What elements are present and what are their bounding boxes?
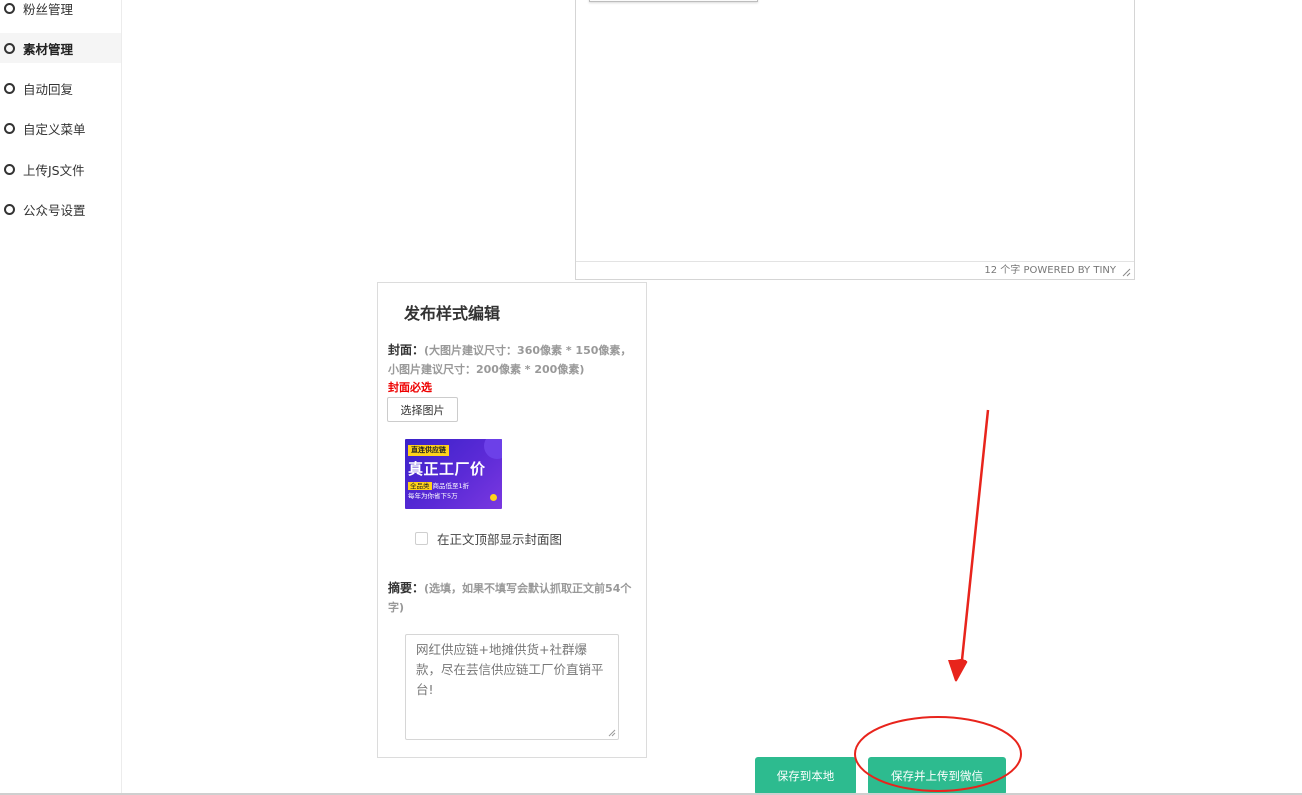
- cover-headline: 真正工厂价: [408, 460, 486, 478]
- cover-line-2: 每年为你省下5万: [408, 492, 458, 500]
- word-count: 12 个字 POWERED BY TINY: [984, 265, 1116, 276]
- show-cover-option[interactable]: 在正文顶部显示封面图: [415, 529, 562, 548]
- circle-icon: [4, 82, 15, 94]
- decor-dot: [490, 494, 497, 501]
- circle-icon: [4, 2, 15, 14]
- summary-hint: 摘要：(选填，如果不填写会默认抓取正文前54个字): [388, 579, 642, 617]
- sidebar-item-custom-menu[interactable]: 自定义菜单: [0, 113, 121, 143]
- decor-circle: [484, 439, 502, 459]
- circle-icon: [4, 122, 15, 134]
- cover-label: 封面：: [388, 343, 425, 357]
- circle-icon: [4, 203, 15, 215]
- cover-line-1: 全品类 商品低至1折: [408, 480, 469, 490]
- show-cover-label: 在正文顶部显示封面图: [437, 532, 563, 547]
- summary-hint-text: (选填，如果不填写会默认抓取正文前54个字): [388, 582, 632, 614]
- summary-textarea[interactable]: 网红供应链+地摊供货+社群爆款，尽在芸信供应链工厂价直销平台!: [405, 634, 619, 740]
- editor-statusbar: 12 个字 POWERED BY TINY: [576, 261, 1134, 279]
- sidebar-item-fans[interactable]: 粉丝管理: [0, 0, 121, 23]
- resize-handle-icon[interactable]: [1121, 267, 1131, 277]
- sidebar-item-label: 自定义菜单: [23, 121, 86, 137]
- resize-handle-icon[interactable]: [608, 729, 616, 737]
- summary-value: 网红供应链+地摊供货+社群爆款，尽在芸信供应链工厂价直销平台!: [416, 642, 604, 697]
- editor-dropdown-stub: [589, 0, 758, 2]
- sidebar-item-auto-reply[interactable]: 自动回复: [0, 73, 121, 103]
- red-arrow-icon: [948, 409, 990, 682]
- choose-image-button[interactable]: 选择图片: [387, 397, 458, 422]
- summary-label: 摘要：: [388, 581, 425, 595]
- circle-icon: [4, 163, 15, 175]
- save-upload-wechat-button[interactable]: 保存并上传到微信: [868, 757, 1006, 795]
- sidebar-item-upload-js[interactable]: 上传JS文件: [0, 154, 121, 184]
- sidebar-item-label: 素材管理: [23, 41, 74, 57]
- sidebar-item-account-settings[interactable]: 公众号设置: [0, 194, 121, 224]
- sidebar: 粉丝管理 素材管理 自动回复 自定义菜单 上传JS文件 公众号设置: [0, 0, 122, 795]
- cover-hint: 封面：(大图片建议尺寸：360像素 * 150像素，小图片建议尺寸：200像素 …: [388, 341, 642, 379]
- show-cover-checkbox[interactable]: [415, 532, 428, 545]
- rich-text-editor[interactable]: 12 个字 POWERED BY TINY: [575, 0, 1135, 280]
- red-arrowhead-icon: [948, 660, 966, 682]
- cover-required-note: 封面必选: [388, 381, 432, 394]
- sidebar-item-label: 粉丝管理: [23, 1, 74, 17]
- cover-line-1-text: 商品低至1折: [432, 482, 470, 490]
- cover-size-hint: (大图片建议尺寸：360像素 * 150像素，小图片建议尺寸：200像素 * 2…: [388, 344, 632, 376]
- cover-image-thumbnail[interactable]: 直连供应链 真正工厂价 全品类 商品低至1折 每年为你省下5万: [405, 439, 502, 509]
- cover-badge: 直连供应链: [408, 445, 449, 456]
- sidebar-item-label: 公众号设置: [23, 202, 86, 218]
- sidebar-item-label: 上传JS文件: [23, 162, 85, 178]
- circle-icon: [4, 42, 15, 54]
- save-local-button[interactable]: 保存到本地: [755, 757, 856, 795]
- publish-style-panel: 发布样式编辑 封面：(大图片建议尺寸：360像素 * 150像素，小图片建议尺寸…: [377, 282, 647, 758]
- sidebar-item-materials[interactable]: 素材管理: [0, 33, 121, 63]
- panel-title: 发布样式编辑: [404, 304, 501, 323]
- cover-tag: 全品类: [408, 482, 432, 490]
- sidebar-item-label: 自动回复: [23, 81, 74, 97]
